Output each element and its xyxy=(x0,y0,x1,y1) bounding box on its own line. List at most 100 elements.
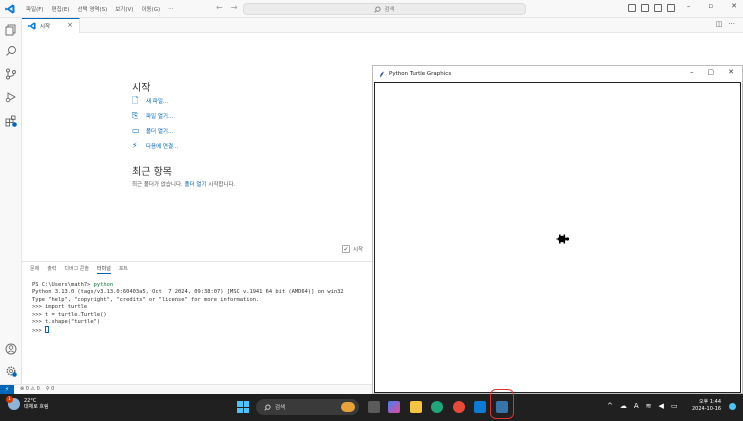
feather-icon xyxy=(380,71,384,77)
folder-icon: ▭ xyxy=(132,126,140,135)
recent-open-folder-link[interactable]: 폴더 열기 xyxy=(185,182,207,188)
manage-gear-icon[interactable] xyxy=(5,365,17,377)
forward-arrow-icon[interactable]: → xyxy=(231,3,238,12)
run-debug-icon[interactable] xyxy=(5,91,17,103)
menu-more[interactable]: ··· xyxy=(164,6,177,12)
menu-file[interactable]: 파일(F) xyxy=(22,5,48,13)
windows-taskbar: 1 22°C 대체로 흐림 검색 ^ ☁ A ≋ ◀ ▭ 오후 1:44 202… xyxy=(0,394,743,421)
more-actions-icon[interactable]: ··· xyxy=(728,20,735,28)
show-on-startup-label: 시작 xyxy=(353,247,364,253)
minimize-icon[interactable]: – xyxy=(690,68,694,76)
edge-browser-icon[interactable] xyxy=(431,401,443,413)
copilot-icon[interactable] xyxy=(388,401,400,413)
repl-code: t.shape("turtle") xyxy=(44,319,101,326)
notification-icon[interactable] xyxy=(729,403,736,410)
tab-welcome[interactable]: 시작 × xyxy=(22,18,80,33)
command-center-label: 검색 xyxy=(384,7,395,13)
editor-tabs: 시작 × ◫ ··· xyxy=(22,18,743,33)
weather-widget[interactable]: 1 22°C 대체로 흐림 xyxy=(6,396,49,410)
panel-tabs: 문제 출력 디버그 콘솔 터미널 포트 xyxy=(30,265,128,274)
extensions-icon[interactable] xyxy=(5,115,17,127)
repl-prompt: >>> xyxy=(32,304,45,311)
search-icon xyxy=(374,5,381,13)
command-center-search[interactable]: 검색 xyxy=(243,3,526,15)
layout-controls xyxy=(628,4,675,12)
highlight-annotation xyxy=(490,389,514,419)
menu-go[interactable]: 이동(G) xyxy=(137,5,164,13)
task-view-icon[interactable] xyxy=(368,401,380,413)
repl-prompt: >>> xyxy=(32,311,45,318)
editor-actions: ◫ ··· xyxy=(716,20,735,28)
bottom-panel: 문제 출력 디버그 콘솔 터미널 포트 PS C:\Users\math7> p… xyxy=(22,261,374,384)
recent-title: 최근 항목 xyxy=(132,167,172,178)
terminal-prompt: PS C:\Users\math7> xyxy=(32,282,94,288)
customize-layout-icon[interactable] xyxy=(667,4,675,12)
menu-selection[interactable]: 선택 영역(S) xyxy=(73,5,111,13)
toggle-panel-icon[interactable] xyxy=(641,4,649,12)
turtle-window-controls: – ▢ ✕ xyxy=(690,68,734,76)
account-icon[interactable] xyxy=(5,343,17,355)
file-explorer-icon[interactable] xyxy=(410,401,422,413)
source-control-icon[interactable] xyxy=(5,68,17,80)
menu-view[interactable]: 보기(V) xyxy=(111,5,137,13)
vscode-logo-icon xyxy=(5,4,15,14)
volume-icon[interactable]: ◀ xyxy=(659,402,664,410)
search-icon[interactable] xyxy=(5,45,17,57)
new-file-link[interactable]: 🗋 새 파일... xyxy=(132,97,168,106)
open-folder-link[interactable]: ▭ 폴더 열기... xyxy=(132,126,173,136)
terminal-output[interactable]: PS C:\Users\math7> python Python 3.13.0 … xyxy=(32,282,344,336)
status-bar: ⚡ ⊗ 0 ⚠ 0 ⚲ 0 xyxy=(0,384,372,395)
connect-to-link[interactable]: ⚡ 다음에 연결... xyxy=(132,141,178,151)
wifi-icon[interactable]: ≋ xyxy=(646,402,652,410)
problems-status[interactable]: ⊗ 0 ⚠ 0 xyxy=(20,386,40,392)
ports-status[interactable]: ⚲ 0 xyxy=(46,386,54,392)
cloud-icon[interactable]: ☁ xyxy=(620,402,627,410)
system-tray: ^ ☁ A ≋ ◀ ▭ xyxy=(607,402,678,410)
panel-tab-problems[interactable]: 문제 xyxy=(30,265,39,274)
terminal-cursor xyxy=(44,326,49,334)
window-controls: – ▫ ✕ xyxy=(687,2,737,10)
panel-tab-terminal[interactable]: 터미널 xyxy=(97,265,111,274)
title-bar: 파일(F) 편집(E) 선택 영역(S) 보기(V) 이동(G) ··· ← →… xyxy=(0,0,743,18)
input-method-icon[interactable]: A xyxy=(634,402,639,410)
tab-close-icon[interactable]: × xyxy=(67,21,73,29)
close-icon[interactable]: ✕ xyxy=(731,2,737,10)
terminal-line: Type "help", "copyright", "credits" or "… xyxy=(32,296,260,303)
status-items: ⊗ 0 ⚠ 0 ⚲ 0 xyxy=(20,386,54,392)
open-file-link[interactable]: ⎘ 파일 열기... xyxy=(132,112,173,121)
battery-icon[interactable]: ▭ xyxy=(671,402,678,410)
toggle-sidebar-icon[interactable] xyxy=(628,4,636,12)
back-arrow-icon[interactable]: ← xyxy=(216,3,223,12)
minimize-icon[interactable]: – xyxy=(687,2,691,10)
panel-tab-debug-console[interactable]: 디버그 콘솔 xyxy=(64,265,89,274)
remote-connect-icon: ⚡ xyxy=(132,141,138,150)
close-icon[interactable]: ✕ xyxy=(728,68,734,76)
recent-text-before: 최근 폴더가 없습니다. xyxy=(132,182,183,188)
repl-prompt: >>> xyxy=(32,319,45,326)
turtle-graphics-window: Python Turtle Graphics – ▢ ✕ xyxy=(372,65,743,394)
chrome-browser-icon[interactable] xyxy=(453,401,465,413)
start-button-icon[interactable] xyxy=(237,401,249,413)
panel-tab-ports[interactable]: 포트 xyxy=(119,265,128,274)
welcome-page: 시작 🗋 새 파일... ⎘ 파일 열기... ▭ 폴더 열기... ⚡ 다음에… xyxy=(22,33,372,261)
taskbar-search-label: 검색 xyxy=(275,405,286,411)
show-on-startup: ✓ 시작 xyxy=(342,245,363,253)
show-on-startup-checkbox[interactable]: ✓ xyxy=(342,245,350,253)
taskbar-search[interactable]: 검색 xyxy=(256,399,359,415)
turtle-window-titlebar[interactable]: Python Turtle Graphics xyxy=(373,66,742,82)
maximize-icon[interactable]: ▢ xyxy=(708,68,715,76)
terminal-line: Python 3.13.0 (tags/v3.13.0:60403a5, Oct… xyxy=(32,289,344,296)
menu-edit[interactable]: 편집(E) xyxy=(48,5,74,13)
toggle-secondary-sidebar-icon[interactable] xyxy=(654,4,662,12)
vscode-taskbar-icon[interactable] xyxy=(474,401,486,413)
turtle-canvas[interactable] xyxy=(374,82,741,393)
taskbar-clock[interactable]: 오후 1:44 2024-10-16 xyxy=(692,399,721,413)
terminal-command: python xyxy=(93,282,114,288)
chevron-up-icon[interactable]: ^ xyxy=(607,402,613,410)
weather-badge: 1 xyxy=(6,396,13,403)
explorer-icon[interactable] xyxy=(5,24,17,36)
weather-icon: 1 xyxy=(6,396,20,410)
panel-tab-output[interactable]: 출력 xyxy=(47,265,56,274)
split-editor-icon[interactable]: ◫ xyxy=(716,20,723,28)
restore-icon[interactable]: ▫ xyxy=(708,2,713,10)
